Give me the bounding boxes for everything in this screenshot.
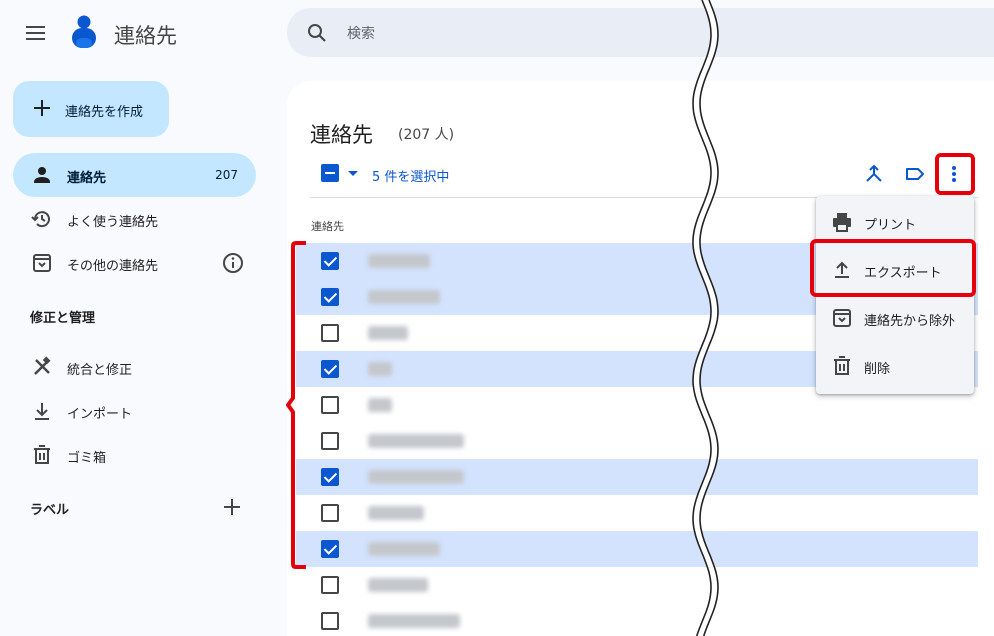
history-icon: [31, 211, 50, 228]
contact-count-badge: 207: [215, 168, 238, 182]
plus-icon: [34, 100, 50, 116]
redacted-contact-name: [368, 398, 392, 412]
redacted-contact-name: [368, 362, 392, 376]
row-checkbox[interactable]: [321, 252, 339, 270]
select-all-checkbox[interactable]: [321, 164, 339, 182]
info-icon[interactable]: [221, 251, 245, 275]
label-icon[interactable]: [903, 162, 927, 186]
sidebar-item-label: 統合と修正: [67, 363, 133, 378]
menu-item-delete[interactable]: 削除: [816, 342, 974, 390]
sidebar-item-other-contacts[interactable]: その他の連絡先: [13, 241, 256, 285]
column-header: 連絡先: [311, 220, 344, 233]
chevron-down-icon[interactable]: [348, 171, 358, 176]
manage-heading: 修正と管理: [30, 311, 96, 326]
row-checkbox[interactable]: [321, 576, 339, 594]
selection-count: 5 件を選択中: [372, 170, 450, 185]
create-contact-button[interactable]: 連絡先を作成: [13, 81, 169, 137]
menu-item-label: 連絡先から除外: [864, 314, 956, 329]
archive-download-icon: [33, 254, 51, 272]
table-row[interactable]: [296, 567, 978, 603]
menu-item-label: 削除: [864, 362, 891, 377]
labels-heading: ラベル: [30, 503, 70, 518]
row-checkbox[interactable]: [321, 288, 339, 306]
redacted-contact-name: [368, 326, 408, 340]
add-label-plus-icon[interactable]: [220, 495, 244, 519]
search-icon: [308, 24, 326, 42]
sidebar-item-label: よく使う連絡先: [67, 215, 159, 230]
person-icon: [34, 167, 50, 183]
app-title: 連絡先: [114, 24, 177, 48]
torn-edge-divider: [692, 0, 719, 636]
trash-icon: [34, 445, 50, 464]
create-contact-label: 連絡先を作成: [65, 105, 144, 120]
redacted-contact-name: [368, 434, 464, 448]
table-row[interactable]: [296, 423, 978, 459]
row-checkbox[interactable]: [321, 612, 339, 630]
merge-icon[interactable]: [862, 162, 886, 186]
redacted-contact-name: [368, 290, 440, 304]
redacted-contact-name: [368, 470, 464, 484]
table-row[interactable]: [296, 603, 978, 636]
highlight-export-item: [810, 239, 976, 297]
contacts-logo-icon: [66, 14, 102, 50]
sidebar-item-merge-fix[interactable]: 統合と修正: [13, 345, 256, 389]
redacted-contact-name: [368, 542, 440, 556]
download-icon: [35, 403, 49, 420]
table-row[interactable]: [296, 495, 978, 531]
row-checkbox[interactable]: [321, 432, 339, 450]
row-checkbox[interactable]: [321, 396, 339, 414]
sidebar-item-label: インポート: [67, 407, 133, 422]
row-checkbox[interactable]: [321, 360, 339, 378]
table-row[interactable]: [296, 459, 978, 495]
row-checkbox[interactable]: [321, 540, 339, 558]
row-checkbox[interactable]: [321, 324, 339, 342]
redacted-contact-name: [368, 614, 460, 628]
sidebar-item-trash[interactable]: ゴミ箱: [13, 433, 256, 477]
menu-item-remove-from-contacts[interactable]: 連絡先から除外: [816, 294, 974, 342]
sidebar-item-label: ゴミ箱: [67, 451, 107, 466]
selection-bracket: [286, 241, 306, 569]
sidebar-item-label: その他の連絡先: [67, 259, 159, 274]
page-count: (207 人): [398, 127, 455, 143]
sidebar-item-import[interactable]: インポート: [13, 389, 256, 433]
table-row[interactable]: [296, 531, 978, 567]
page-title: 連絡先: [310, 123, 373, 147]
sidebar-item-frequent[interactable]: よく使う連絡先: [13, 197, 256, 241]
row-checkbox[interactable]: [321, 504, 339, 522]
redacted-contact-name: [368, 506, 424, 520]
redacted-contact-name: [368, 578, 428, 592]
main-menu-button[interactable]: [22, 20, 52, 46]
sidebar-item-contacts[interactable]: 連絡先 207: [13, 153, 256, 197]
search-input[interactable]: 検索: [347, 23, 375, 43]
archive-icon: [833, 309, 851, 327]
sidebar-item-label: 連絡先: [67, 171, 107, 186]
row-checkbox[interactable]: [321, 468, 339, 486]
tools-icon: [34, 356, 51, 375]
trash-icon: [834, 356, 850, 375]
print-icon: [833, 213, 851, 232]
search-bar[interactable]: 検索: [287, 8, 994, 57]
highlight-more-button: [935, 153, 975, 195]
redacted-contact-name: [368, 254, 430, 268]
menu-item-label: プリント: [864, 218, 917, 233]
